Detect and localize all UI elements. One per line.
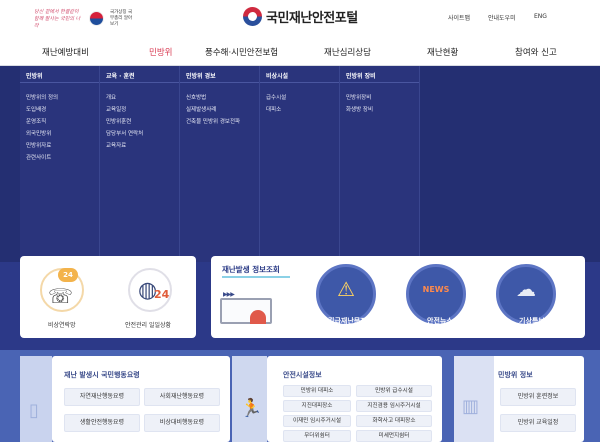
mega-head[interactable]: 비상시설 bbox=[266, 71, 288, 80]
action-guide-button[interactable]: 생활안전행동요령 bbox=[64, 414, 140, 432]
megaphone-icon: NEWS bbox=[422, 285, 450, 294]
mega-item[interactable]: 민방위자료 bbox=[26, 140, 58, 152]
mega-item[interactable]: 급수시설 bbox=[266, 92, 286, 104]
emergency-alert-button[interactable]: ⚠ bbox=[316, 264, 376, 324]
storm-cloud-icon: ☁ bbox=[516, 277, 536, 301]
facility-button[interactable]: 민방위 대피소 bbox=[283, 385, 351, 397]
action-guide-button[interactable]: 비상대비행동요령 bbox=[144, 414, 220, 432]
mega-menu-columns: 민방위 민방위의 정의 도입배경 운영조직 외국민방위 민방위자료 관련사이트 … bbox=[20, 66, 420, 262]
mega-item[interactable]: 건축물 민방위 경보전파 bbox=[186, 116, 240, 128]
mega-col-civil-defense: 민방위 민방위의 정의 도입배경 운영조직 외국민방위 민방위자료 관련사이트 bbox=[20, 66, 100, 262]
action-guide-title: 재난 발생시 국민행동요령 bbox=[64, 371, 140, 379]
taegeuk-flag-icon bbox=[89, 11, 104, 26]
action-guide-button[interactable]: 사회재난행동요령 bbox=[144, 388, 220, 406]
facility-button[interactable]: 이재민 임시주거시설 bbox=[283, 415, 351, 427]
nav-flood-insurance[interactable]: 풍수해·시민안전보험 bbox=[205, 46, 278, 58]
safety-news-button[interactable]: NEWS bbox=[406, 264, 466, 324]
sitemap-link[interactable]: 사이트맵 bbox=[448, 13, 470, 22]
logo-emblem-icon[interactable] bbox=[243, 7, 262, 26]
government-slogan: 당신 곁에서 한결같이 함께 잘사는 국민의 나라 bbox=[34, 9, 82, 30]
slogan-line-2: 함께 잘사는 국민의 나라 bbox=[34, 16, 81, 29]
globe-24-icon[interactable]: ◍ 24 bbox=[128, 268, 172, 312]
site-logo[interactable]: 국민재난안전포털 bbox=[266, 7, 358, 26]
nav-disaster-status[interactable]: 재난현황 bbox=[427, 46, 458, 58]
mega-item[interactable]: 운영조직 bbox=[26, 116, 58, 128]
mega-item[interactable]: 교육일정 bbox=[106, 104, 143, 116]
mega-item[interactable]: 화생방 장비 bbox=[346, 104, 373, 116]
nav-disaster-prevention[interactable]: 재난예방대비 bbox=[42, 46, 89, 58]
facility-button[interactable]: 지진겸용 임시주거시설 bbox=[356, 400, 432, 412]
door-icon: ▯ bbox=[29, 400, 39, 421]
mega-item[interactable]: 개요 bbox=[106, 92, 143, 104]
emergency-contact-link[interactable]: 비상연락망 bbox=[48, 320, 76, 329]
emergency-alert-label[interactable]: 긴급재난문자 bbox=[328, 316, 367, 326]
civil-info-title: 민방위 정보 bbox=[498, 371, 533, 379]
nav-participation[interactable]: 참여와 신고 bbox=[515, 46, 557, 58]
nav-civil-defense[interactable]: 민방위 bbox=[149, 46, 172, 58]
facility-button[interactable]: 지진대피장소 bbox=[283, 400, 351, 412]
mega-item[interactable]: 도입배경 bbox=[26, 104, 58, 116]
mega-item[interactable]: 관련사이트 bbox=[26, 152, 58, 164]
mega-item[interactable]: 민방위의 정의 bbox=[26, 92, 58, 104]
weather-alert-label[interactable]: 기상특보 bbox=[519, 316, 545, 326]
weather-alert-button[interactable]: ☁ bbox=[496, 264, 556, 324]
running-person-icon: 🏃 bbox=[240, 398, 263, 419]
guide-link[interactable]: 안내도우미 bbox=[488, 13, 516, 22]
mega-head[interactable]: 민방위 bbox=[26, 71, 43, 80]
nav-counseling[interactable]: 재난심리상담 bbox=[324, 46, 371, 58]
english-link[interactable]: ENG bbox=[534, 13, 547, 20]
mega-divider bbox=[260, 82, 339, 83]
panel-strip bbox=[20, 356, 52, 442]
mega-item[interactable]: 담당부서 연락처 bbox=[106, 128, 143, 140]
facility-button[interactable]: 화학사고 대피장소 bbox=[356, 415, 432, 427]
mega-item[interactable]: 신호방법 bbox=[186, 92, 240, 104]
mega-divider bbox=[340, 82, 419, 83]
mega-head[interactable]: 교육 · 훈련 bbox=[106, 71, 135, 80]
mega-col-alarm: 민방위 경보 신호방법 실제발생사례 건축물 민방위 경보전파 bbox=[180, 66, 260, 262]
mega-item[interactable]: 외국민방위 bbox=[26, 128, 58, 140]
site-header: 당신 곁에서 한결같이 함께 잘사는 국민의 나라 국가상징 국무총리 알아보기… bbox=[0, 0, 600, 38]
action-guide-button[interactable]: 자연재난행동요령 bbox=[64, 388, 140, 406]
arrows-icon: ▶▶▶ bbox=[223, 291, 235, 298]
siren-icon bbox=[250, 310, 266, 324]
mega-item[interactable]: 민방위훈련 bbox=[106, 116, 143, 128]
facility-button[interactable]: 민방위 급수시설 bbox=[356, 385, 432, 397]
disaster-info-title: 재난발생 정보조회 bbox=[222, 265, 280, 274]
mega-col-training: 교육 · 훈련 개요 교육일정 민방위훈련 담당부서 연락처 교육자료 bbox=[100, 66, 180, 262]
facility-button[interactable]: 미세먼지쉼터 bbox=[356, 430, 432, 442]
global-nav: 재난예방대비 민방위 풍수해·시민안전보험 재난심리상담 재난현황 참여와 신고 bbox=[0, 38, 600, 66]
title-underline bbox=[222, 276, 290, 278]
safety-news-label[interactable]: 안전뉴스 bbox=[427, 316, 453, 326]
facility-title: 안전시설정보 bbox=[283, 371, 322, 379]
civil-info-button[interactable]: 민방위 교육일정 bbox=[500, 414, 576, 432]
mega-item[interactable]: 교육자료 bbox=[106, 140, 143, 152]
badge-24: 24 bbox=[58, 268, 78, 282]
walkie-talkie-icon: ⚠ bbox=[337, 277, 355, 301]
phone-icon: ☏ bbox=[48, 284, 74, 308]
mega-divider bbox=[180, 82, 259, 83]
gov-mark-link[interactable]: 국가상징 국무총리 알아보기 bbox=[110, 10, 134, 28]
mega-menu: 민방위 민방위의 정의 도입배경 운영조직 외국민방위 민방위자료 관련사이트 … bbox=[0, 66, 600, 262]
emergency-phone-icon[interactable]: 24 ☏ bbox=[40, 268, 84, 312]
mega-head[interactable]: 민방위 경보 bbox=[186, 71, 216, 80]
facility-button[interactable]: 무더위쉼터 bbox=[283, 430, 351, 442]
badge-24: 24 bbox=[154, 288, 170, 301]
civil-info-button[interactable]: 민방위 훈련정보 bbox=[500, 388, 576, 406]
mega-divider bbox=[20, 82, 99, 83]
daily-safety-link[interactable]: 안전관리 일일상황 bbox=[125, 320, 171, 329]
slogan-line-1: 당신 곁에서 한결같이 bbox=[34, 9, 79, 15]
building-icon: ▥ bbox=[462, 396, 480, 417]
mega-col-equipment: 민방위 장비 민방위장비 화생방 장비 bbox=[340, 66, 420, 262]
mega-head[interactable]: 민방위 장비 bbox=[346, 71, 376, 80]
mega-item[interactable]: 민방위장비 bbox=[346, 92, 373, 104]
mega-col-facilities: 비상시설 급수시설 대피소 bbox=[260, 66, 340, 262]
mega-divider bbox=[100, 82, 179, 83]
mega-item[interactable]: 대피소 bbox=[266, 104, 286, 116]
mega-item[interactable]: 실제발생사례 bbox=[186, 104, 240, 116]
